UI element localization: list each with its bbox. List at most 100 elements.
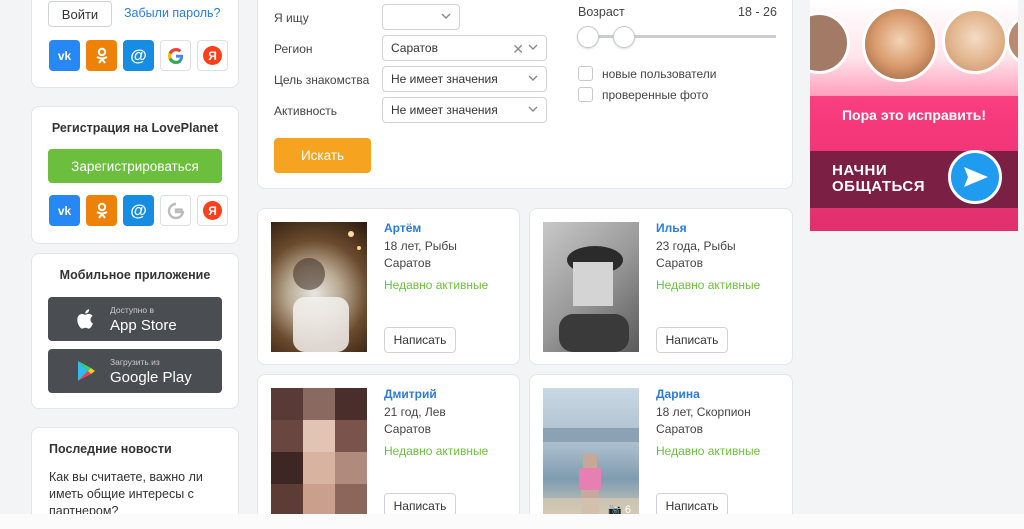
apple-icon [77,309,93,329]
ok-login-button[interactable] [86,40,117,71]
app-store-label: App Store [110,317,177,334]
write-message-button[interactable]: Написать [656,327,728,353]
google-icon [167,202,184,219]
profile-age-sign: 21 год, Лев [384,405,446,419]
clear-icon[interactable]: ✕ [512,41,524,58]
banner-cta-line-2: ОБЩАТЬСЯ [832,178,926,195]
profile-name[interactable]: Дмитрий [384,387,437,401]
mobile-app-title: Мобильное приложение [59,268,211,282]
ad-banner[interactable]: Пора это исправить! НАЧНИ ОБЩАТЬСЯ [810,0,1018,231]
banner-slogan: Пора это исправить! [841,107,987,123]
activity-label: Активность [274,104,338,118]
profile-name[interactable]: Илья [656,221,687,235]
vk-icon: vk [57,203,72,218]
login-social-buttons: vk @ Я [49,40,228,71]
profile-card[interactable]: Дмитрий 21 год, Лев Саратов Недавно акти… [257,374,520,529]
goal-value: Не имеет значения [391,72,498,86]
forgot-password-link[interactable]: Забыли пароль? [124,6,221,20]
login-card: Войти Забыли пароль? vk @ Я [31,0,239,88]
pixelated-photo [271,388,367,518]
profile-city: Саратов [384,256,431,270]
google-play-icon [78,361,95,381]
new-users-label[interactable]: новые пользователи [602,67,717,81]
profile-photo[interactable] [271,222,367,352]
profile-card[interactable]: Артём 18 лет, Рыбы Саратов Недавно актив… [257,208,520,365]
register-social-buttons: vk @ Я [49,195,228,226]
send-icon [964,167,988,187]
profile-photo[interactable]: 📷 6 [543,388,639,518]
mailru-login-button[interactable]: @ [123,40,154,71]
google-login-button[interactable] [160,40,191,71]
profile-status: Недавно активные [384,278,489,292]
mobile-app-card: Мобильное приложение Доступно в App Stor… [31,253,239,409]
new-users-checkbox[interactable] [578,66,593,81]
yandex-register-button[interactable]: Я [197,195,228,226]
goal-label: Цель знакомства [274,73,370,87]
goal-select[interactable]: Не имеет значения [382,66,547,92]
age-max-handle[interactable] [613,26,635,48]
activity-value: Не имеет значения [391,103,498,117]
write-message-button[interactable]: Написать [384,327,456,353]
chevron-down-icon [528,44,538,50]
profile-name[interactable]: Дарина [656,387,700,401]
profile-age-sign: 18 лет, Рыбы [384,239,457,253]
profile-photo[interactable] [271,388,367,518]
vk-icon: vk [57,48,72,63]
mailru-icon: @ [130,45,147,65]
verified-photo-checkbox[interactable] [578,87,593,102]
profile-card[interactable]: 📷 6 Дарина 18 лет, Скорпион Саратов Неда… [529,374,793,529]
google-play-small-text: Загрузить из [110,357,160,367]
yandex-icon: Я [203,46,222,65]
pixelated-photo [543,428,639,518]
age-min-handle[interactable] [577,26,599,48]
profile-status: Недавно активные [384,444,489,458]
mailru-icon: @ [130,200,147,220]
profile-age-sign: 23 года, Рыбы [656,239,736,253]
search-button[interactable]: Искать [274,138,371,173]
region-value: Саратов [391,41,438,55]
banner-photo [862,6,938,82]
verified-photo-label[interactable]: проверенные фото [602,88,708,102]
region-select[interactable]: Саратов ✕ [382,35,547,61]
vk-login-button[interactable]: vk [49,40,80,71]
mailru-register-button[interactable]: @ [123,195,154,226]
app-store-small-text: Доступно в [110,305,154,315]
search-form: Я ищу Регион Саратов ✕ Цель знакомства Н… [257,0,793,189]
profile-card[interactable]: Илья 23 года, Рыбы Саратов Недавно актив… [529,208,793,365]
profile-city: Саратов [656,422,703,436]
registration-title: Регистрация на LovePlanet [51,121,219,135]
banner-photo [942,8,1008,74]
register-button[interactable]: Зарегистрироваться [48,149,222,183]
news-text[interactable]: Как вы считаете, важно ли иметь общие ин… [49,469,209,520]
app-store-button[interactable]: Доступно в App Store [48,297,222,341]
profile-photo[interactable] [543,222,639,352]
chevron-down-icon [528,106,538,112]
profile-city: Саратов [656,256,703,270]
profile-status: Недавно активные [656,444,761,458]
news-title: Последние новости [49,442,172,456]
google-register-button[interactable] [160,195,191,226]
registration-card: Регистрация на LovePlanet Зарегистрирова… [31,106,239,244]
chevron-down-icon [528,75,538,81]
vk-register-button[interactable]: vk [49,195,80,226]
yandex-icon: Я [203,201,222,220]
ok-register-button[interactable] [86,195,117,226]
yandex-login-button[interactable]: Я [197,40,228,71]
odnoklassniki-icon [95,202,108,219]
profile-age-sign: 18 лет, Скорпион [656,405,751,419]
person-silhouette-icon [559,246,629,352]
age-range-value: 18 - 26 [738,5,777,19]
profile-name[interactable]: Артём [384,221,421,235]
profile-status: Недавно активные [656,278,761,292]
person-silhouette-icon [293,231,361,352]
banner-send-button[interactable] [948,150,1002,204]
looking-for-label: Я ищу [274,11,309,25]
google-icon [167,47,183,64]
looking-for-select[interactable] [382,4,460,30]
activity-select[interactable]: Не имеет значения [382,97,547,123]
region-label: Регион [274,42,313,56]
google-play-button[interactable]: Загрузить из Google Play [48,349,222,393]
footer-strip [0,514,1024,529]
login-button[interactable]: Войти [48,1,112,27]
google-play-label: Google Play [110,369,192,386]
